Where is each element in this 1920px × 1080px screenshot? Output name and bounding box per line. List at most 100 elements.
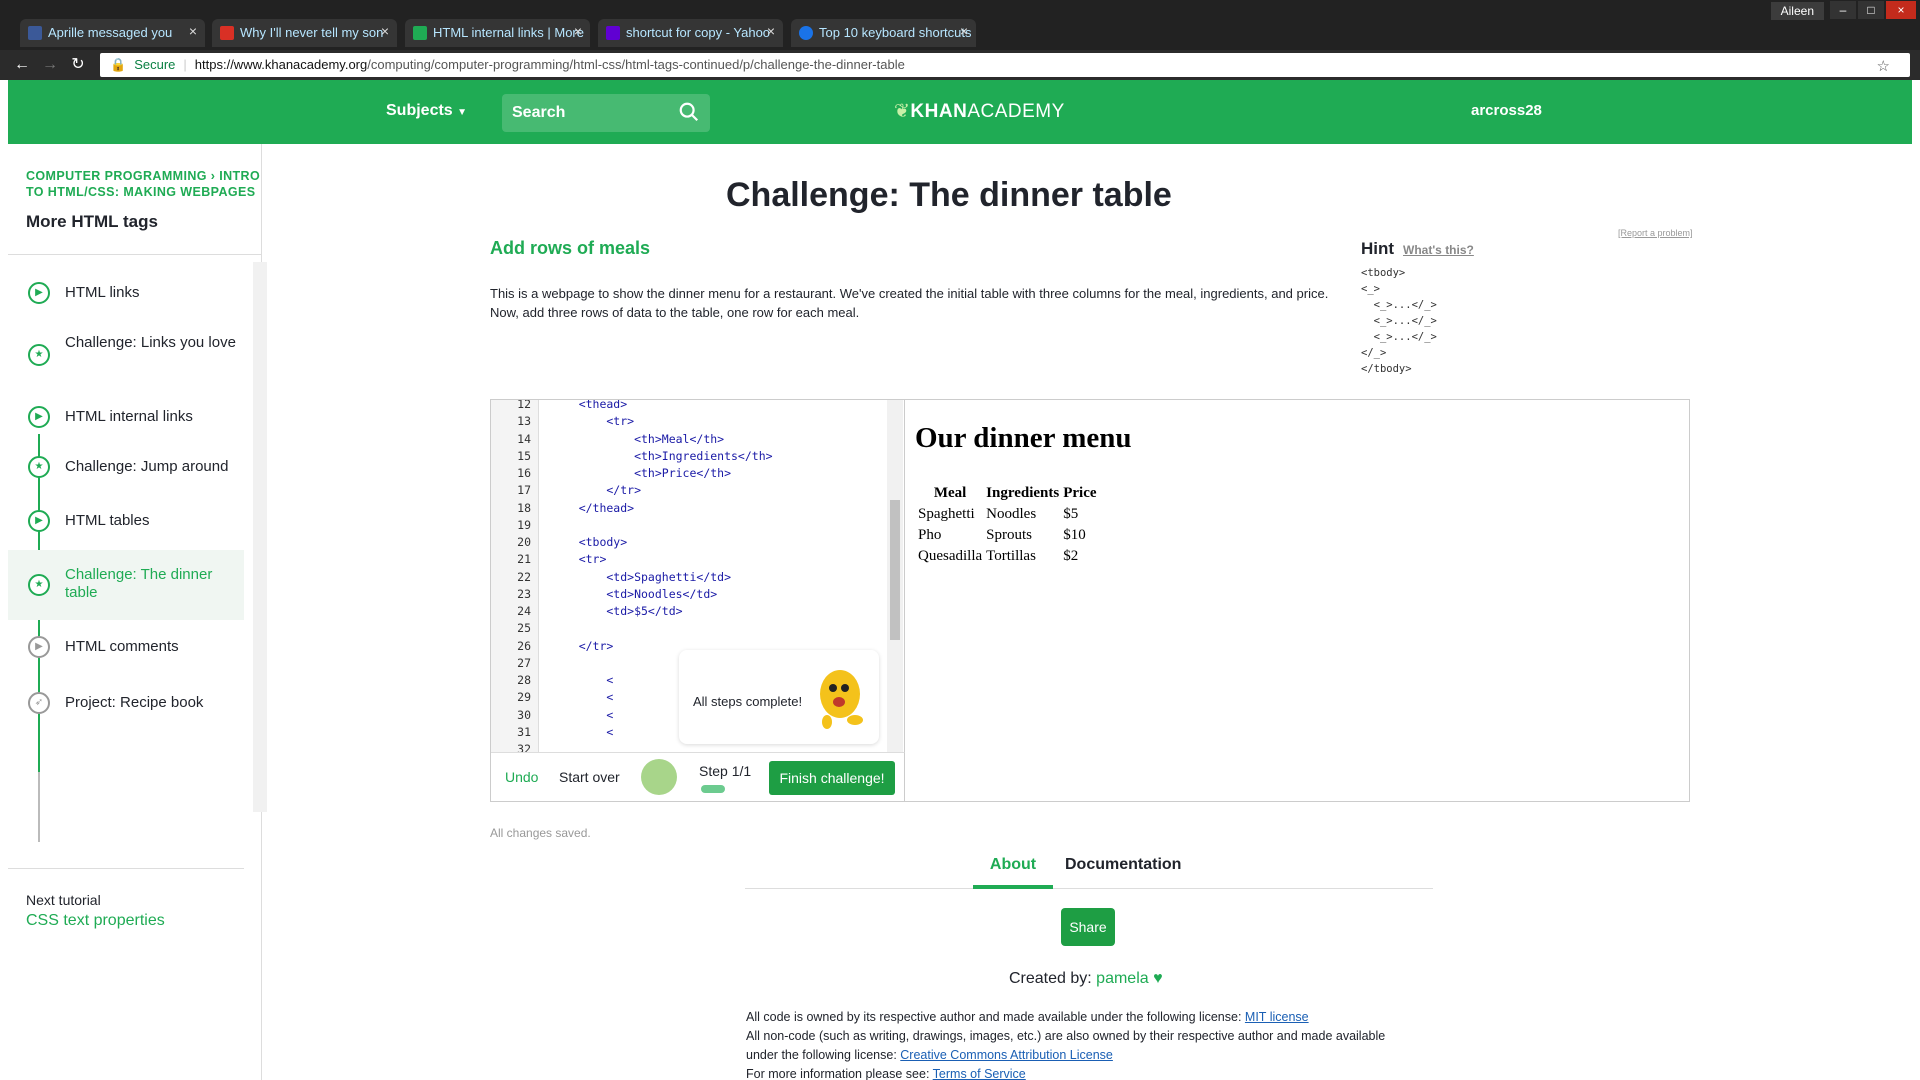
hint-title: Hint [1361,239,1395,258]
close-icon[interactable]: × [960,23,968,39]
close-icon[interactable]: × [381,23,389,39]
minimize-icon[interactable]: – [1830,1,1856,19]
profile-chip[interactable]: Aileen [1770,2,1824,20]
line-number: 20 [517,535,531,549]
browser-tab[interactable]: Why I'll never tell my son × [212,19,397,47]
tab-label: Aprille messaged you [48,25,173,40]
mascot-icon [820,670,863,729]
sidebar-item-html-comments[interactable]: ▶ HTML comments [8,620,244,676]
license-line: For more information please see: [746,1067,930,1080]
code-line: < [551,707,614,722]
khan-leaf-icon [413,26,427,40]
reload-icon[interactable]: ↻ [68,55,88,75]
author-link[interactable]: pamela [1096,970,1148,987]
play-icon: ▶ [28,406,50,428]
page-title: Challenge: The dinner table [726,176,1172,214]
line-number: 17 [517,483,531,498]
search-input[interactable]: Search [502,94,710,132]
code-editor[interactable]: 12 13 14 15 16 17 18 19 20 21 22 23 24 25 26 27 28 29 30 31… [491,400,905,752]
breadcrumb[interactable]: COMPUTER PROGRAMMING › INTRO TO HTML/CSS… [26,168,262,200]
line-number: 30 [517,707,531,722]
browser-tab[interactable]: shortcut for copy - Yahoo × [598,19,783,47]
close-icon[interactable]: × [189,23,197,39]
start-over-button[interactable]: Start over [559,769,620,785]
code-line: <th>Price</th> [551,466,732,480]
code-line: </tr> [551,638,614,653]
close-icon[interactable]: × [574,23,582,39]
cc-license-link[interactable]: Creative Commons Attribution License [900,1048,1113,1062]
user-menu[interactable]: arcross28 [1471,102,1542,119]
search-icon [679,102,699,122]
subjects-label: Subjects [386,102,453,119]
step-label: Step 1/1 [699,763,752,779]
mit-license-link[interactable]: MIT license [1245,1010,1309,1024]
terms-link[interactable]: Terms of Service [933,1067,1026,1080]
line-number: 14 [517,431,531,446]
subjects-menu[interactable]: Subjects ▼ [386,102,467,120]
tab-about[interactable]: About [973,856,1053,889]
table-header-cell: Ingredients [986,485,1060,501]
play-icon: ▶ [28,636,50,658]
sidebar-item-internal-links[interactable]: ▶ HTML internal links [8,394,244,440]
share-button[interactable]: Share [1061,908,1115,946]
finish-challenge-button[interactable]: Finish challenge! [769,761,895,795]
browser-tab[interactable]: Aprille messaged you × [20,19,205,47]
sidebar-item-dinner-table[interactable]: ★ Challenge: The dinner table [8,550,244,620]
back-arrow-icon[interactable]: ← [12,55,32,75]
line-number: 12 [517,400,531,411]
sidebar-item-links-you-love[interactable]: ★ Challenge: Links you love [8,316,244,394]
close-icon[interactable]: × [767,23,775,39]
tab-documentation[interactable]: Documentation [1065,856,1181,874]
search-placeholder: Search [512,104,566,121]
url-input[interactable]: 🔒 Secure | https://www.khanacademy.org/comp… [100,53,1910,77]
table-header-row: Meal Ingredients Price [917,484,1098,503]
forward-arrow-icon[interactable]: → [40,55,60,75]
code-line: < [551,673,614,687]
sidebar-item-recipe-book[interactable]: ➶ Project: Recipe book [8,676,244,732]
sidebar-item-html-tables[interactable]: ▶ HTML tables [8,496,244,550]
line-number: 19 [517,517,531,532]
line-number: 32 [517,742,531,752]
bookmark-star-icon[interactable]: ☆ [1877,57,1890,75]
code-line: < [551,690,614,705]
play-icon: ▶ [28,510,50,532]
challenge-workspace: 12 13 14 15 16 17 18 19 20 21 22 23 24 25 26 27 28 29 30 31… [490,399,1690,802]
code-line: <th>Ingredients</th> [551,448,773,463]
table-cell: Noodles [986,506,1037,522]
rocket-icon: ➶ [28,692,50,714]
khan-academy-logo[interactable]: ❦KHANACADEMY [894,100,1065,123]
secure-label: Secure [134,57,176,72]
hint-whats-this-link[interactable]: What's this? [1403,243,1474,257]
star-icon: ★ [28,344,50,366]
lesson-label: HTML tables [65,512,150,529]
line-number: 13 [517,414,531,429]
table-cell: Quesadilla [918,548,983,564]
completion-message: All steps complete! [693,694,803,709]
maximize-icon[interactable]: □ [1858,1,1884,19]
sidebar-scrollbar[interactable] [253,262,267,812]
scroll-thumb[interactable] [890,500,900,640]
table-row: Quesadilla Tortillas $2 [917,547,1098,566]
report-problem-link[interactable]: [Report a problem] [1618,228,1693,238]
output-title: Our dinner menu [915,422,1132,454]
code-line: <td>Spaghetti</td> [551,569,732,584]
undo-button[interactable]: Undo [505,769,538,785]
line-number: 26 [517,638,531,653]
window-close-icon[interactable]: × [1886,1,1916,19]
sidebar-item-jump-around[interactable]: ★ Challenge: Jump around [8,440,244,496]
table-row: Spaghetti Noodles $5 [917,505,1098,524]
chevron-down-icon: ▼ [457,107,468,118]
browser-tab[interactable]: HTML internal links | More × [405,19,590,47]
divider [8,254,261,255]
sidebar-item-html-links[interactable]: ▶ HTML links [8,270,244,316]
code-line: <tr> [551,414,635,429]
line-number: 28 [517,673,531,687]
editor-scrollbar[interactable] [887,400,903,752]
created-by-label: Created by: [1009,970,1092,987]
logo-bold: KHAN [910,101,968,122]
browser-tab[interactable]: Top 10 keyboard shortcuts × [791,19,976,47]
lesson-label: Challenge: Links you love [65,334,236,351]
next-tutorial-link[interactable]: CSS text properties [26,912,165,930]
tab-label: Why I'll never tell my son [240,25,384,40]
heart-icon: ♥ [1153,970,1163,987]
